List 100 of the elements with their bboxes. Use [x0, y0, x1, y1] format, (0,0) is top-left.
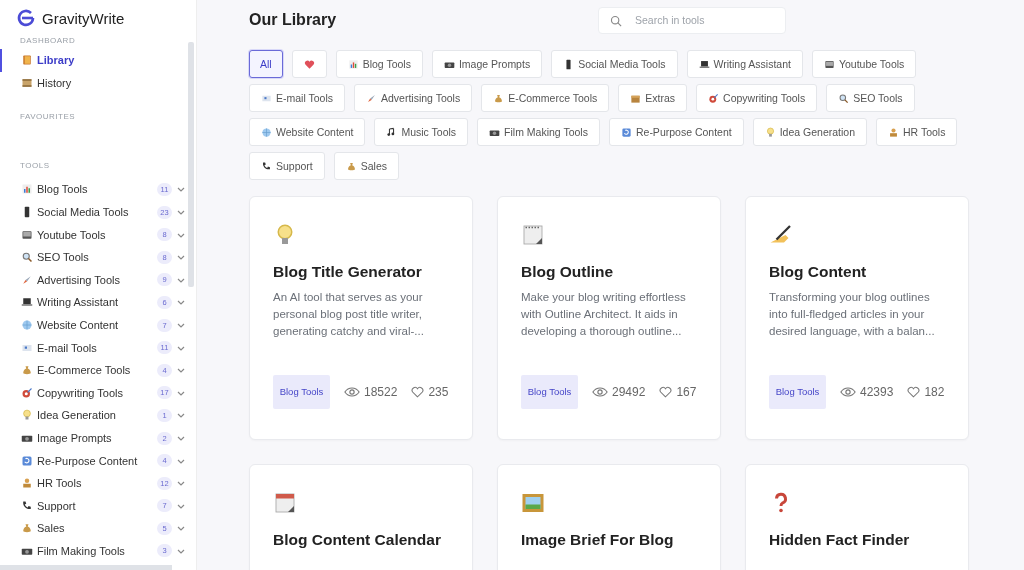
filter-chip[interactable]: Re-Purpose Content: [608, 118, 744, 146]
view-count: 18522: [364, 385, 398, 399]
category-tag: Blog Tools: [769, 375, 826, 409]
filter-chip[interactable]: Writing Assistant: [686, 50, 803, 78]
sidebar-item-label: E-mail Tools: [37, 341, 98, 354]
scrollbar[interactable]: [0, 565, 172, 570]
television-icon: [21, 228, 33, 241]
sidebar-item-label: Youtube Tools: [37, 228, 107, 241]
sidebar-item-label: Blog Tools: [37, 183, 89, 196]
sidebar-item-label: E-Commerce Tools: [37, 364, 132, 377]
sidebar-item-label: Writing Assistant: [37, 296, 120, 309]
scroll-icon: [21, 76, 33, 89]
section-heading: DASHBOARD: [19, 36, 77, 45]
heart-icon: [411, 386, 425, 398]
logo-icon: [16, 8, 36, 28]
like-count: 167: [676, 385, 697, 399]
magnifier-icon: [838, 92, 850, 104]
sidebar-item-label: HR Tools: [37, 477, 83, 490]
scrollbar[interactable]: [188, 42, 194, 287]
laptop-icon: [698, 58, 710, 70]
sidebar-item-label: Sales: [37, 522, 66, 535]
sidebar-item-label: History: [37, 76, 73, 89]
filter-chip[interactable]: Sales: [333, 152, 400, 180]
filter-chip[interactable]: Image Prompts: [431, 50, 543, 78]
filter-chip[interactable]: Blog Tools: [335, 50, 423, 78]
section-heading: TOOLS: [19, 161, 51, 171]
television-icon: [823, 58, 835, 70]
bar-chart-icon: [347, 58, 359, 70]
laptop-icon: [21, 296, 33, 309]
section-heading: FAVOURITES: [19, 112, 77, 122]
category-tag: Blog Tools: [521, 375, 578, 409]
filter-chip[interactable]: Advertising Tools: [354, 84, 473, 112]
sidebar-item[interactable]: Library: [0, 49, 186, 72]
filter-chip[interactable]: Youtube Tools: [811, 50, 917, 78]
sidebar-item-label: Idea Generation: [37, 409, 117, 422]
telephone-icon: [21, 499, 33, 512]
tool-card[interactable]: Image Brief For Blog: [497, 464, 721, 570]
dart-target-icon: [708, 92, 720, 104]
book-icon: [21, 54, 33, 67]
sidebar-item-label: Support: [37, 499, 77, 512]
globe-icon: [21, 319, 33, 332]
card-title: Blog Content: [769, 263, 868, 281]
sidebar-item-label: Advertising Tools: [37, 273, 121, 286]
calendar-icon: [273, 491, 297, 515]
sidebar-item-label: Social Media Tools: [37, 206, 130, 219]
filter-chip[interactable]: All: [249, 50, 283, 78]
repeat-arrows-icon: [21, 454, 33, 467]
filter-chip[interactable]: Social Media Tools: [551, 50, 678, 78]
card-description: Transforming your blog outlines into full-fledged articles in your desired language, with a balan...: [769, 290, 936, 339]
repeat-arrows-icon: [620, 126, 632, 138]
search-field[interactable]: Search in tools: [598, 6, 786, 34]
page-title: Our Library: [249, 11, 338, 29]
eye-icon: [840, 386, 856, 398]
light-bulb-icon: [764, 126, 776, 138]
sidebar-item-label: Film Making Tools: [37, 545, 126, 557]
view-count: 42393: [860, 385, 894, 399]
filter-chip[interactable]: E-mail Tools: [249, 84, 345, 112]
eye-icon: [592, 386, 608, 398]
filter-chip[interactable]: Film Making Tools: [477, 118, 600, 146]
like-count: 182: [924, 385, 945, 399]
filter-chip[interactable]: Idea Generation: [752, 118, 867, 146]
card-title: Blog Content Calendar: [273, 531, 442, 549]
card-description: An AI tool that serves as your personal blog post title writer, generating catchy and viral-...: [273, 290, 425, 339]
person-icon: [888, 126, 899, 138]
framed-picture-icon: [521, 491, 545, 515]
filter-chip[interactable]: SEO Tools: [826, 84, 915, 112]
sidebar-item-label: Website Content: [37, 319, 120, 332]
heart-icon: [659, 386, 673, 398]
filter-chip[interactable]: Extras: [618, 84, 688, 112]
telephone-icon: [261, 160, 272, 172]
category-tag: Blog Tools: [273, 375, 330, 409]
tool-card[interactable]: Blog Content Transforming your blog outlines into full-fledged articles in your desired language, with a balan... Blog Tools 42393 182: [745, 196, 969, 440]
bar-chart-icon: [21, 183, 33, 196]
card-title: Blog Title Generator: [273, 263, 423, 281]
filter-chip[interactable]: Copywriting Tools: [696, 84, 818, 112]
card-title: Blog Outline: [521, 263, 615, 281]
filter-chip[interactable]: E-Commerce Tools: [481, 84, 610, 112]
view-count: 29492: [612, 385, 646, 399]
filter-chip[interactable]: Music Tools: [374, 118, 469, 146]
filter-chip[interactable]: Website Content: [249, 118, 366, 146]
filter-chip[interactable]: [291, 50, 327, 78]
light-bulb-icon: [21, 409, 33, 422]
tool-card[interactable]: Blog Content Calendar: [249, 464, 473, 570]
tool-card[interactable]: Blog Outline Make your blog writing effortless with Outline Architect. It aids in developing a thorough outline... Blog Tools 29492 167: [497, 196, 721, 440]
card-description: Make your blog writing effortless with Outline Architect. It aids in developing a thorough outline...: [521, 290, 687, 339]
like-count: 235: [428, 385, 449, 399]
sidebar-item[interactable]: History: [0, 71, 186, 95]
person-icon: [21, 477, 33, 490]
eye-icon: [344, 386, 360, 398]
tool-card[interactable]: Blog Title Generator An AI tool that serves as your personal blog post title writer, generating catchy and viral-... Blog Tools 18522 235: [249, 196, 473, 440]
heart-icon: [907, 386, 921, 398]
card-title: Image Brief For Blog: [521, 531, 675, 549]
sidebar-item-label: Copywriting Tools: [37, 386, 124, 399]
filter-chip[interactable]: Support: [249, 152, 325, 180]
brand-name: GravityWrite: [42, 9, 125, 27]
tool-card[interactable]: Hidden Fact Finder: [745, 464, 969, 570]
notepad-icon: [521, 223, 545, 247]
heart-icon: [303, 58, 315, 70]
sidebar-item-label: Library: [37, 54, 76, 67]
filter-chip[interactable]: HR Tools: [876, 118, 958, 146]
